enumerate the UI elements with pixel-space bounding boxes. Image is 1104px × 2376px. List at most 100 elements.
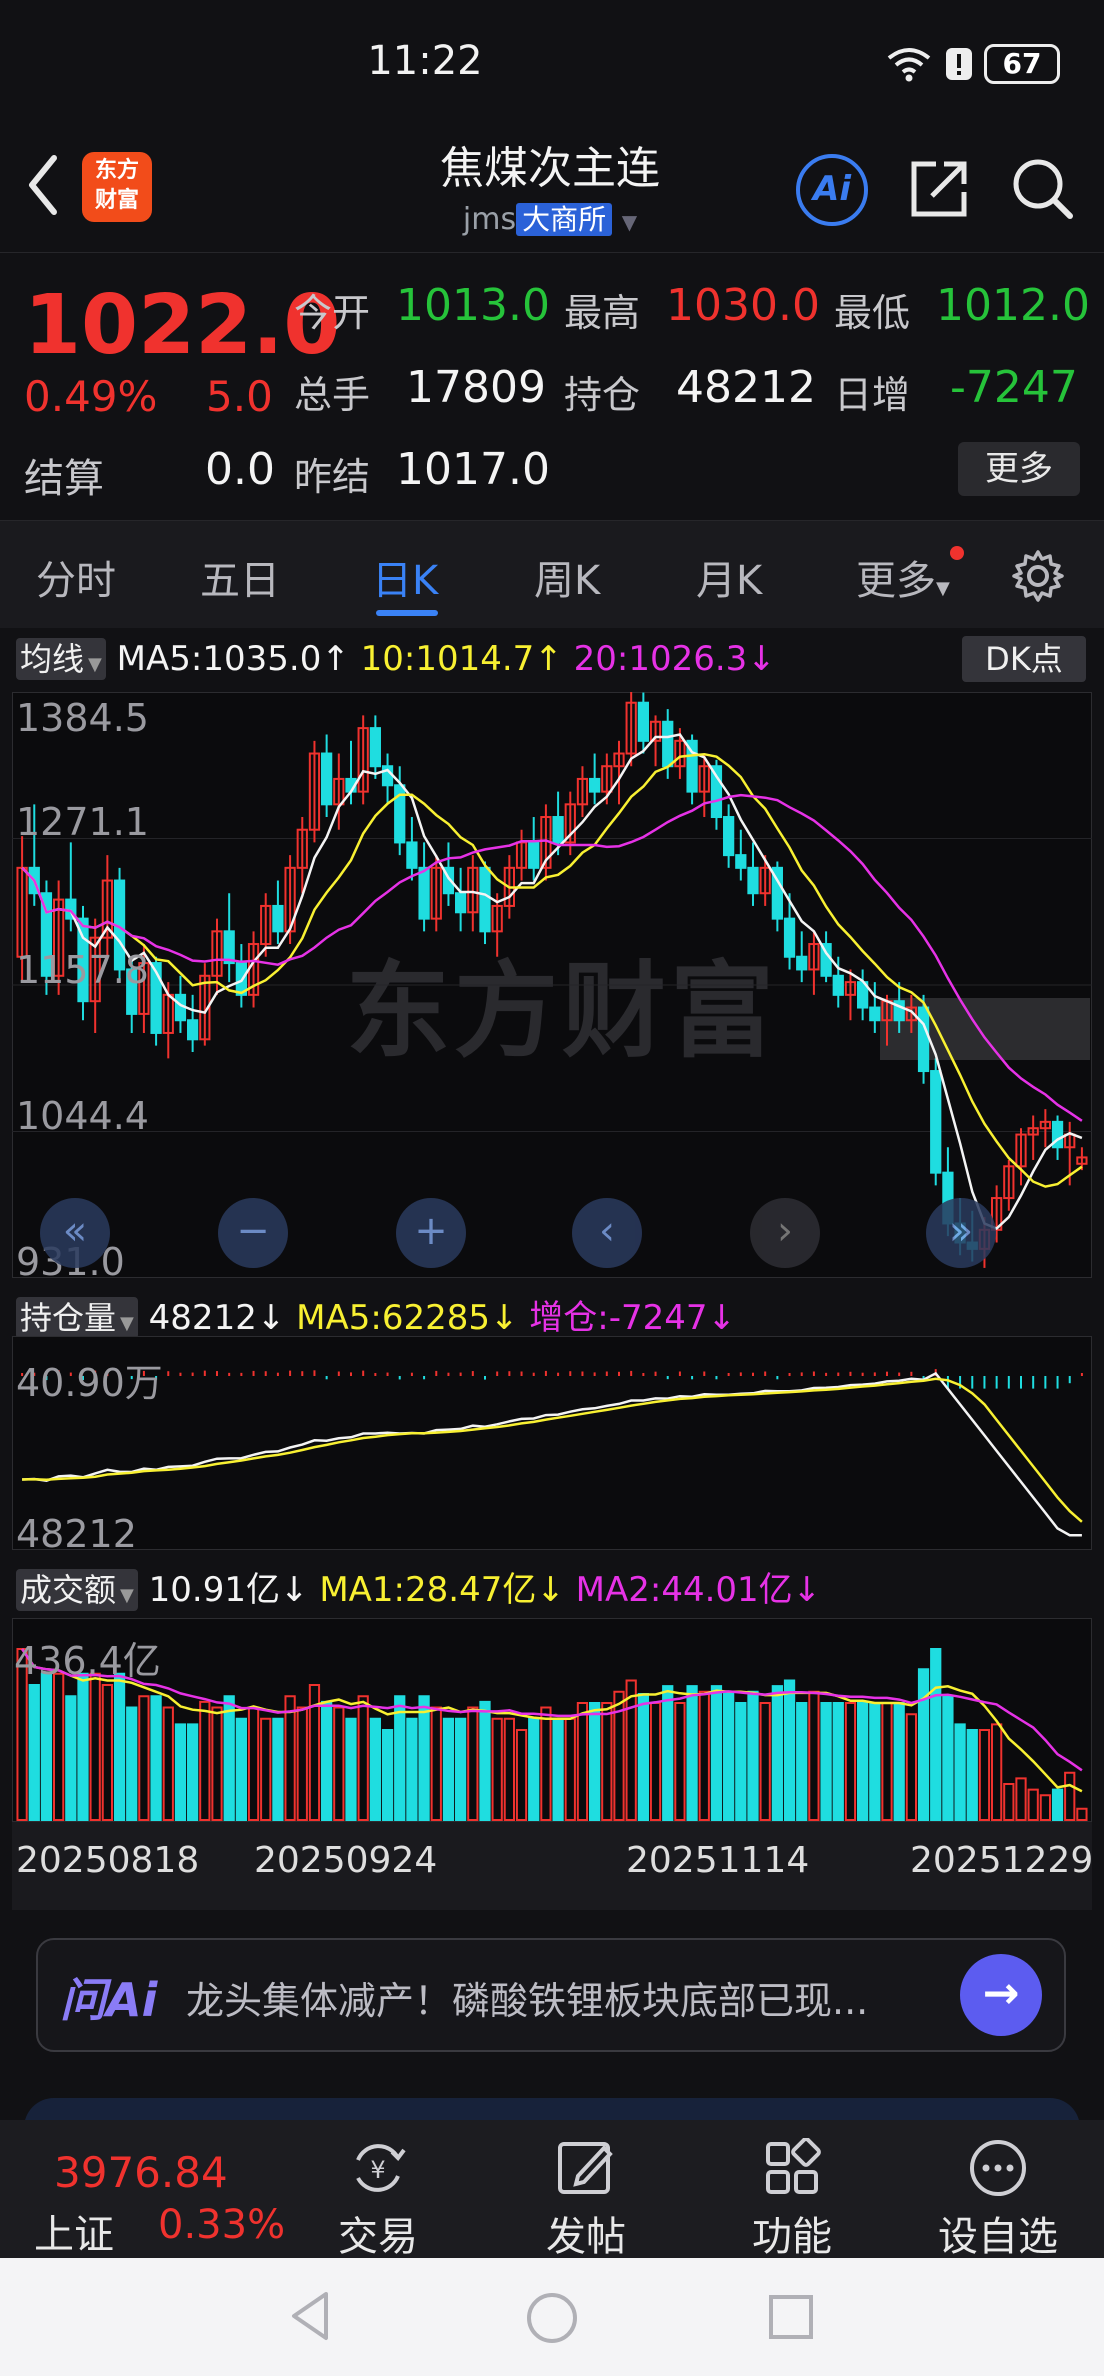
nav-trade[interactable]: ¥ 交易 xyxy=(298,2138,458,2262)
status-icons: 67 xyxy=(884,44,1060,84)
nav-post[interactable]: 发帖 xyxy=(506,2138,666,2262)
instrument-title[interactable]: 焦煤次主连 xyxy=(350,132,750,196)
turnover-bar xyxy=(333,1706,345,1821)
volume-value: 17809 xyxy=(406,362,546,413)
turnover-bar xyxy=(649,1702,662,1821)
low-value: 1012.0 xyxy=(936,280,1090,331)
scroll-start-button[interactable]: « xyxy=(40,1198,110,1268)
turnover-bar xyxy=(917,1668,930,1821)
tab-five-day[interactable]: 五日 xyxy=(200,548,280,606)
ai-assistant-button[interactable]: Ai xyxy=(796,154,868,226)
turnover-bar xyxy=(40,1672,53,1821)
caret-icon: ▼ xyxy=(120,1585,134,1606)
share-icon[interactable] xyxy=(906,156,972,222)
dk-point-button[interactable]: DK点 xyxy=(962,636,1086,682)
system-home-icon[interactable] xyxy=(524,2290,580,2346)
turnover-bar xyxy=(1027,1788,1039,1821)
turnover-bar xyxy=(467,1706,479,1821)
caret-icon: ▼ xyxy=(88,654,102,675)
tab-more-label: 更多 xyxy=(856,558,936,604)
indicator-select-oi[interactable]: 持仓量 ▼ xyxy=(16,1297,138,1339)
candle-body xyxy=(796,955,808,971)
chevron-down-icon: ▼ xyxy=(936,578,950,599)
system-recents-icon[interactable] xyxy=(766,2292,816,2342)
tab-daily-k[interactable]: 日K xyxy=(372,548,438,606)
zoom-out-button[interactable]: − xyxy=(218,1198,288,1268)
turnover-bar xyxy=(1015,1777,1027,1821)
turnover-bar xyxy=(710,1685,723,1821)
turnover-bar xyxy=(832,1702,844,1821)
nav-functions-label: 功能 xyxy=(752,2214,832,2260)
tab-more[interactable]: 更多▼ xyxy=(856,548,950,606)
send-arrow-icon[interactable]: → xyxy=(960,1954,1042,2036)
turnover-chart[interactable] xyxy=(12,1618,1092,1828)
scroll-right-button[interactable]: › xyxy=(750,1198,820,1268)
candle-body xyxy=(479,866,491,933)
candle-body xyxy=(223,930,235,965)
nav-functions[interactable]: 功能 xyxy=(712,2138,872,2262)
turnover-bar xyxy=(65,1695,77,1821)
turnover-bar xyxy=(991,1723,1003,1821)
nav-watchlist-label: 设自选 xyxy=(938,2214,1058,2260)
ma20-value: 20:1026.3↓ xyxy=(573,639,776,679)
y-label-2: 1271.1 xyxy=(16,800,149,844)
turnover-value: 10.91亿↓ xyxy=(148,1570,309,1610)
turnover-bar xyxy=(479,1700,491,1821)
ma10-value: 10:1014.7↑ xyxy=(360,639,563,679)
indicator-select-turnover[interactable]: 成交额 ▼ xyxy=(16,1569,138,1611)
volume-label: 总手 xyxy=(294,373,371,417)
turnover-bar xyxy=(296,1706,308,1821)
index-percent[interactable]: 0.33% xyxy=(158,2202,285,2248)
zoom-in-button[interactable]: + xyxy=(396,1198,466,1268)
turnover-bar xyxy=(101,1684,113,1821)
x-label-1: 20250818 xyxy=(16,1840,200,1881)
kline-chart[interactable] xyxy=(12,692,1092,1278)
candle-body xyxy=(589,777,601,793)
low-label: 最低 xyxy=(834,291,911,335)
turnover-bar xyxy=(381,1729,394,1821)
open-interest-value: 48212 xyxy=(676,362,816,413)
candle-body xyxy=(321,752,333,806)
search-icon[interactable] xyxy=(1010,156,1076,222)
turnover-bar xyxy=(418,1695,430,1821)
back-icon[interactable] xyxy=(22,150,62,220)
turnover-bar xyxy=(796,1702,808,1821)
more-quote-button[interactable]: 更多 xyxy=(958,442,1080,496)
candle-body xyxy=(917,1006,930,1073)
turnover-bar xyxy=(284,1695,296,1821)
tab-weekly-k[interactable]: 周K xyxy=(534,548,600,606)
oi-y-bottom: 48212 xyxy=(16,1512,137,1556)
tab-intraday[interactable]: 分时 xyxy=(36,548,116,606)
candle-body xyxy=(662,720,674,768)
candle-body xyxy=(455,892,467,914)
scroll-end-button[interactable]: » xyxy=(926,1198,996,1268)
turnover-bar xyxy=(150,1695,162,1821)
instrument-subtitle[interactable]: jms 大商所 ▼ xyxy=(350,198,750,238)
open-label: 今开 xyxy=(294,291,371,335)
turnover-bar xyxy=(625,1679,637,1821)
turnover-bar xyxy=(978,1729,991,1821)
candle-body xyxy=(418,866,430,920)
ai-prompt-text[interactable]: 龙头集体减产！磷酸铁锂板块底部已现... xyxy=(186,1970,946,2025)
nav-watchlist[interactable]: 设自选 xyxy=(918,2138,1078,2262)
tab-monthly-k[interactable]: 月K xyxy=(696,548,762,606)
index-name[interactable]: 上证 xyxy=(34,2202,114,2260)
oi-increase-value: 增仓:-7247↓ xyxy=(529,1298,737,1338)
scroll-left-button[interactable]: ‹ xyxy=(572,1198,642,1268)
indicator-select-ma[interactable]: 均线 ▼ xyxy=(16,638,106,680)
turnover-bar xyxy=(235,1717,247,1821)
candle-body xyxy=(528,841,540,869)
settings-gear-icon[interactable] xyxy=(1010,548,1066,604)
prev-settle-value: 1017.0 xyxy=(396,444,550,495)
turnover-bar xyxy=(735,1702,747,1821)
candle-body xyxy=(369,727,381,768)
notification-dot xyxy=(950,546,964,560)
oi-chart[interactable] xyxy=(12,1336,1092,1550)
turnover-bar xyxy=(503,1717,515,1821)
system-back-icon[interactable] xyxy=(286,2288,336,2344)
index-value[interactable]: 3976.84 xyxy=(54,2148,228,2197)
oi-value: 48212↓ xyxy=(148,1298,286,1338)
y-label-3: 1157.8 xyxy=(16,948,149,992)
candle-body xyxy=(272,904,284,933)
turnover-bar xyxy=(28,1684,40,1821)
